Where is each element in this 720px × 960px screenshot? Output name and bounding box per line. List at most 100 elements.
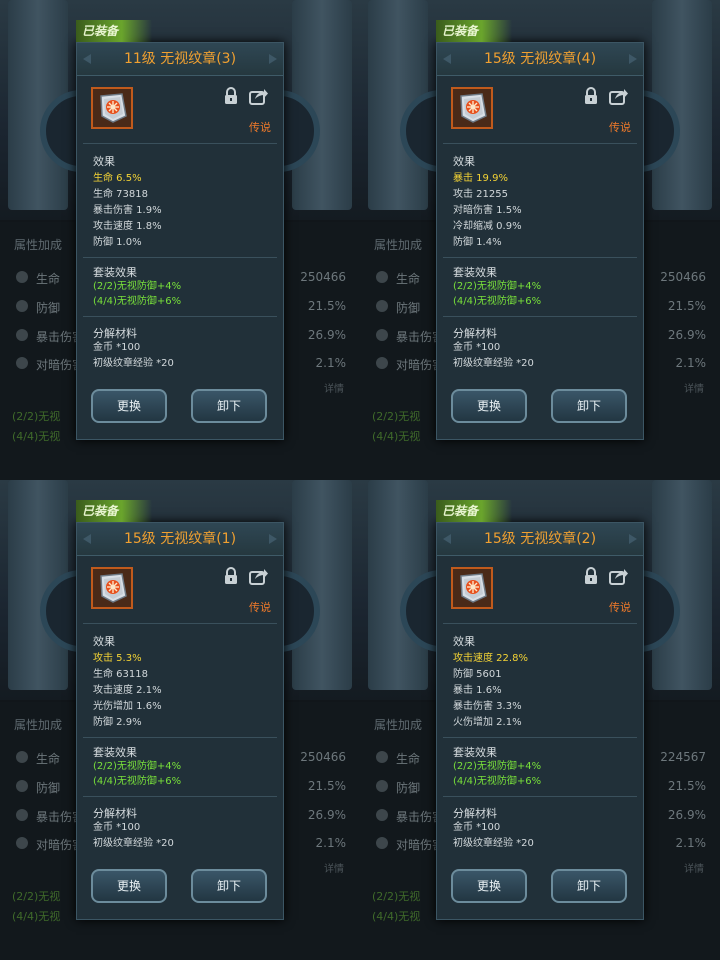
- replace-button[interactable]: 更换: [91, 869, 167, 903]
- background-set-line: (2/2)无视: [12, 890, 61, 903]
- equipped-tag: 已装备: [76, 500, 152, 522]
- share-icon[interactable]: [609, 87, 629, 105]
- background-stat-name: 防御: [396, 781, 421, 795]
- background-detail-link: 详情: [684, 864, 704, 875]
- set-bonus-line: (2/2)无视防御+4%: [453, 281, 542, 292]
- stat-icon: [376, 329, 388, 341]
- main-stat: 攻击 5.3%: [93, 653, 142, 664]
- divider: [443, 737, 637, 738]
- stat-icon: [376, 300, 388, 312]
- popup-header: 11级 无视纹章(3): [77, 43, 283, 76]
- item-detail-popup: 15级 无视纹章(2) 传说 效果 攻击速度 22.8% 防御 5601 暴击 1.6% 暴…: [436, 522, 644, 920]
- item-detail-popup: 15级 无视纹章(1) 传说 效果 攻击 5.3% 生命 63118 攻击速度 2.1% 光…: [76, 522, 284, 920]
- stat-icon: [376, 837, 388, 849]
- background-stat-name: 生命: [396, 272, 421, 286]
- stat-icon: [16, 809, 28, 821]
- stat-icon: [16, 329, 28, 341]
- popup-header: 15级 无视纹章(4): [437, 43, 643, 76]
- emblem-shield-icon: [458, 92, 488, 124]
- replace-button[interactable]: 更换: [451, 389, 527, 423]
- background-detail-link: 详情: [684, 384, 704, 395]
- sub-stat: 暴击伤害 3.3%: [453, 701, 522, 712]
- share-icon[interactable]: [249, 567, 269, 585]
- equipped-tag: 已装备: [76, 20, 152, 42]
- item-detail-popup: 15级 无视纹章(4) 传说 效果 暴击 19.9% 攻击 21255 对暗伤害 1.5%…: [436, 42, 644, 440]
- replace-button[interactable]: 更换: [91, 389, 167, 423]
- unequip-button[interactable]: 卸下: [551, 869, 627, 903]
- equip-screen-4: 属性加成 生命 224567 防御 21.5% 暴击伤害 26.9% 对暗伤害 2.1% 详情 (2…: [360, 480, 720, 960]
- set-bonus-line: (4/4)无视防御+6%: [453, 296, 542, 307]
- divider: [443, 143, 637, 144]
- unequip-button[interactable]: 卸下: [551, 389, 627, 423]
- lock-icon[interactable]: [583, 87, 599, 105]
- divider: [443, 796, 637, 797]
- background-detail-link: 详情: [324, 384, 344, 395]
- set-effect-title: 套装效果: [453, 746, 497, 759]
- background-section-title: 属性加成: [14, 718, 63, 732]
- background-stat-value: 26.9%: [307, 328, 346, 342]
- background-stat-name: 生命: [36, 752, 61, 766]
- divider: [83, 796, 277, 797]
- lock-icon[interactable]: [223, 87, 239, 105]
- background-stat-value: 26.9%: [667, 328, 706, 342]
- sub-stat: 生命 63118: [93, 669, 148, 680]
- material-line: 初级纹章经验 *20: [453, 358, 534, 369]
- background-stat-value: 21.5%: [307, 779, 346, 793]
- background-section-title: 属性加成: [374, 718, 423, 732]
- background-stat-value: 2.1%: [675, 836, 707, 850]
- background-stat-name: 防御: [396, 301, 421, 315]
- unequip-button[interactable]: 卸下: [191, 869, 267, 903]
- stat-icon: [376, 357, 388, 369]
- material-line: 金币 *100: [93, 822, 141, 833]
- sub-stat: 冷却缩减 0.9%: [453, 221, 522, 232]
- background-set-line: (2/2)无视: [12, 410, 61, 423]
- main-stat: 攻击速度 22.8%: [453, 653, 528, 664]
- item-icon-frame: [451, 87, 493, 129]
- sub-stat: 暴击 1.6%: [453, 685, 502, 696]
- unequip-button[interactable]: 卸下: [191, 389, 267, 423]
- stat-icon: [16, 300, 28, 312]
- effects-title: 效果: [93, 155, 115, 168]
- material-line: 金币 *100: [453, 822, 501, 833]
- materials-title: 分解材料: [93, 807, 137, 820]
- sub-stat: 攻击 21255: [453, 189, 508, 200]
- set-effect-title: 套装效果: [93, 266, 137, 279]
- popup-header: 15级 无视纹章(2): [437, 523, 643, 556]
- sub-stat: 火伤增加 2.1%: [453, 717, 522, 728]
- background-set-line: (2/2)无视: [372, 410, 421, 423]
- rarity-label: 传说: [609, 601, 631, 614]
- set-bonus-line: (2/2)无视防御+4%: [453, 761, 542, 772]
- replace-button[interactable]: 更换: [451, 869, 527, 903]
- stat-icon: [376, 271, 388, 283]
- stat-icon: [16, 780, 28, 792]
- sub-stat: 光伤增加 1.6%: [93, 701, 162, 712]
- background-set-line: (4/4)无视: [12, 910, 61, 923]
- rarity-label: 传说: [249, 601, 271, 614]
- set-bonus-line: (4/4)无视防御+6%: [93, 296, 182, 307]
- divider: [443, 316, 637, 317]
- share-icon[interactable]: [609, 567, 629, 585]
- material-line: 初级纹章经验 *20: [453, 838, 534, 849]
- stat-icon: [376, 751, 388, 763]
- equip-screen-1: 属性加成 生命 250466 防御 21.5% 暴击伤害 26.9% 对暗伤害 2.1% 详情 (2…: [0, 0, 360, 480]
- divider: [83, 143, 277, 144]
- background-stat-value: 26.9%: [307, 808, 346, 822]
- lock-icon[interactable]: [223, 567, 239, 585]
- stat-icon: [16, 751, 28, 763]
- sub-stat: 攻击速度 2.1%: [93, 685, 162, 696]
- background-set-line: (4/4)无视: [372, 430, 421, 443]
- background-section-title: 属性加成: [374, 238, 423, 252]
- set-bonus-line: (4/4)无视防御+6%: [453, 776, 542, 787]
- item-title: 11级 无视纹章(3): [123, 51, 237, 67]
- divider: [83, 737, 277, 738]
- item-title: 15级 无视纹章(2): [483, 531, 597, 547]
- share-icon[interactable]: [249, 87, 269, 105]
- lock-icon[interactable]: [583, 567, 599, 585]
- set-effect-title: 套装效果: [453, 266, 497, 279]
- sub-stat: 攻击速度 1.8%: [93, 221, 162, 232]
- background-stat-value: 224567: [660, 750, 706, 764]
- background-stat-name: 防御: [36, 781, 61, 795]
- materials-title: 分解材料: [93, 327, 137, 340]
- equip-screen-2: 属性加成 生命 250466 防御 21.5% 暴击伤害 26.9% 对暗伤害 2.1% 详情 (2…: [360, 0, 720, 480]
- set-effect-title: 套装效果: [93, 746, 137, 759]
